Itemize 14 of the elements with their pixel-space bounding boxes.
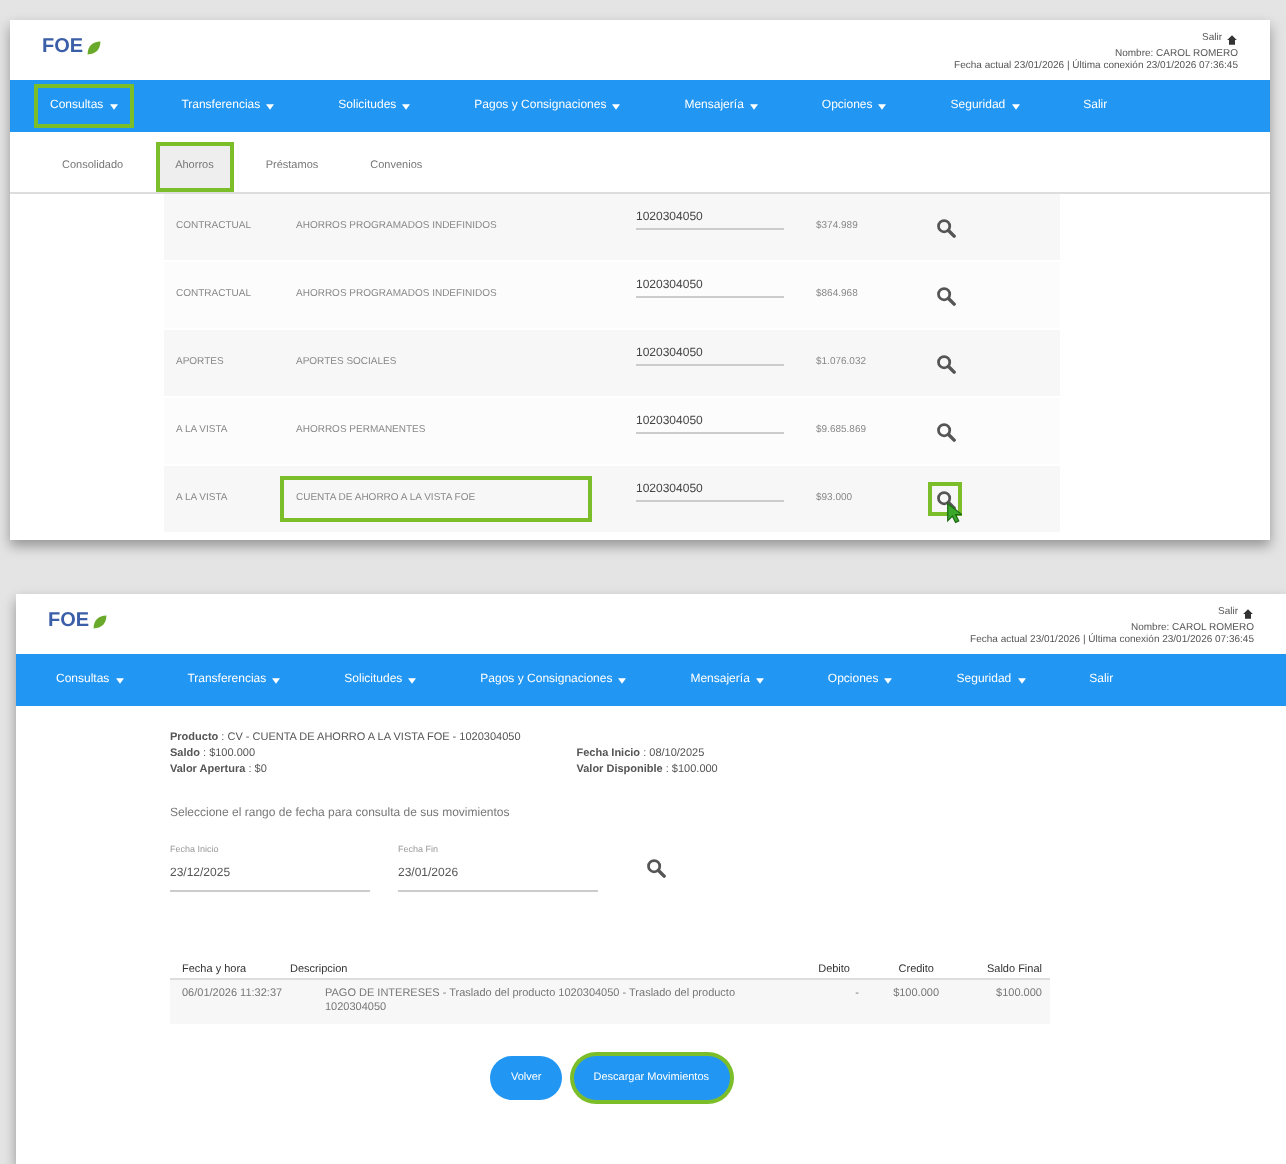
leaf-icon — [85, 39, 102, 55]
cursor-icon — [946, 502, 962, 524]
logo-text: FOE — [48, 608, 90, 636]
home-icon[interactable] — [1242, 607, 1254, 620]
search-icon — [935, 285, 955, 305]
logo-text: FOE — [42, 34, 84, 62]
search-icon — [935, 421, 955, 441]
search-icon — [935, 353, 955, 373]
search-button[interactable] — [646, 857, 666, 878]
leaf-icon — [91, 613, 108, 629]
home-icon[interactable] — [1226, 33, 1238, 46]
search-icon — [935, 217, 955, 237]
search-icon — [935, 489, 955, 509]
search-icon — [646, 857, 666, 878]
